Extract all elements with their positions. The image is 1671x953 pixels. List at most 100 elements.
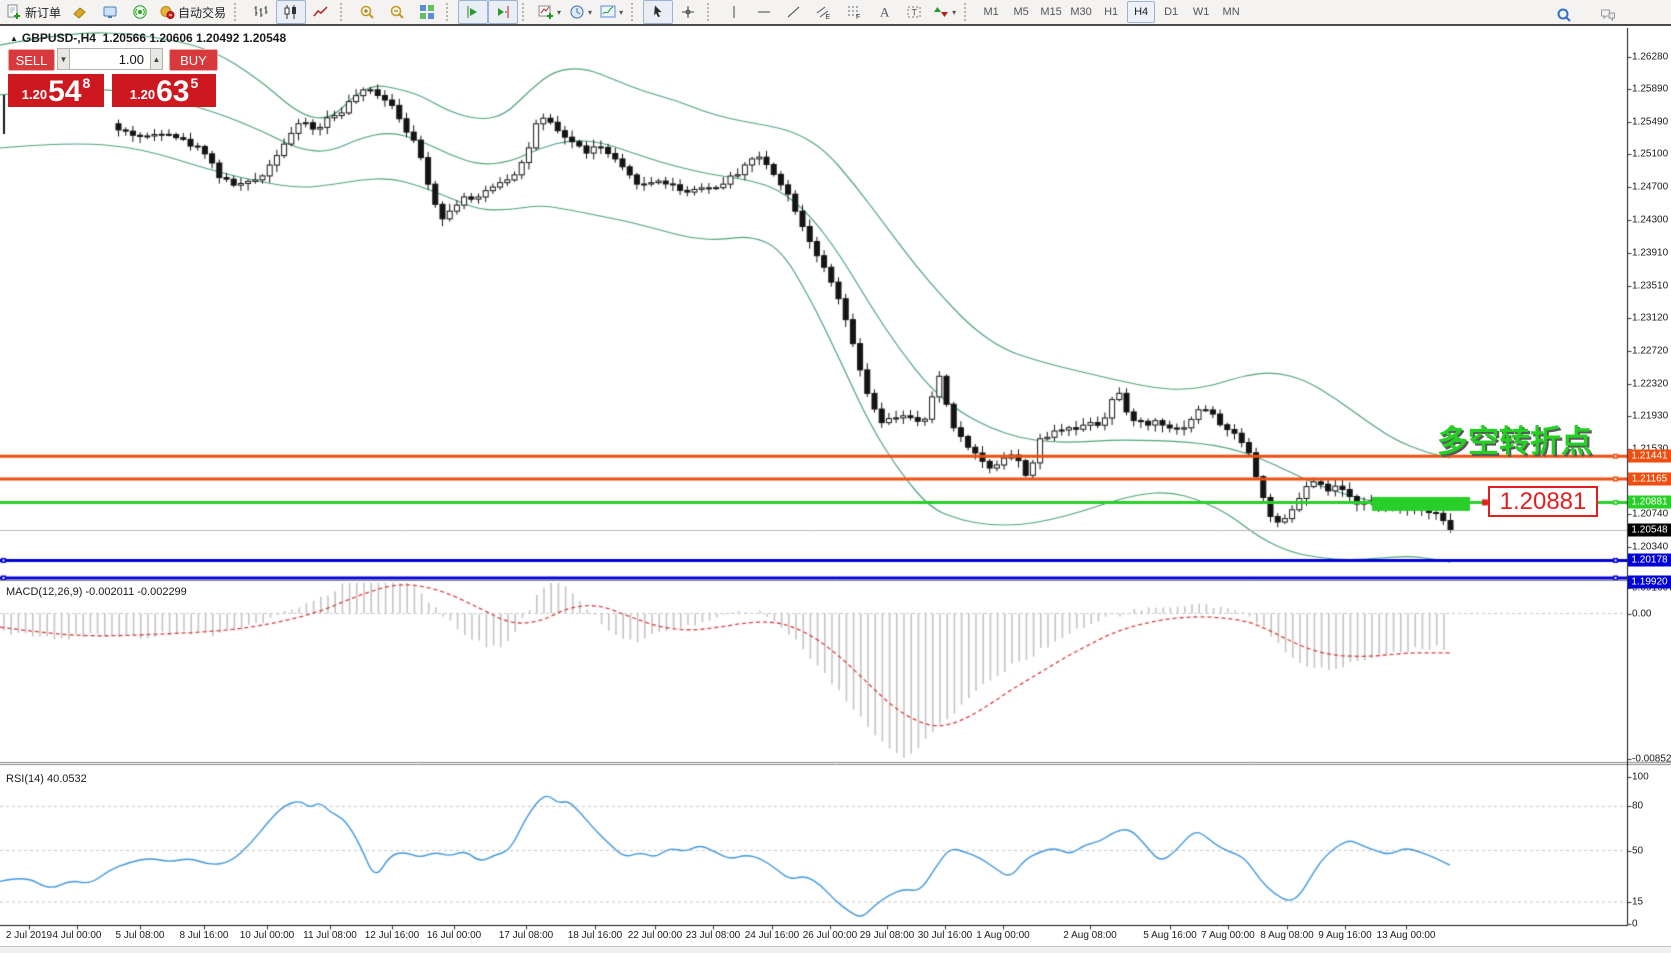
chart-window: ▲ GBPUSD-,H4 1.20566 1.20606 1.20492 1.20…	[0, 28, 1671, 952]
price-axis-badge: 1.21441	[1628, 450, 1671, 463]
auto-trading-button[interactable]: 自动交易	[155, 0, 230, 24]
price-axis-badge: 1.20881	[1628, 496, 1671, 509]
trendline-button[interactable]	[779, 0, 809, 24]
date-axis-label: 5 Jul 08:00	[116, 930, 165, 941]
fibonacci-button[interactable]: F	[839, 0, 869, 24]
rsi-axis-label: 15	[1632, 896, 1643, 907]
vertical-line-button[interactable]	[719, 0, 749, 24]
main-toolbar: 新订单 自动交易 ▾ ▾ ▾ EFA T ▾ M1M5M15M30H1H4D1W1MN	[0, 0, 1671, 26]
buy-price-small: 1.20	[130, 87, 155, 102]
price-axis-badge: 1.19920	[1628, 575, 1671, 588]
date-axis-label: 17 Jul 08:00	[499, 930, 554, 941]
date-axis-label: 2 Jul 2019	[6, 930, 52, 941]
chevron-down-icon[interactable]: ▾	[588, 8, 592, 17]
rsi-axis-label: 80	[1632, 801, 1643, 812]
new-order-icon	[6, 4, 22, 20]
sell-price-button[interactable]: 1.20 54 8	[8, 74, 104, 107]
svg-text:T: T	[912, 8, 918, 18]
bar-chart-button[interactable]	[246, 0, 276, 24]
buy-price-button[interactable]: 1.20 63 5	[112, 74, 216, 107]
toolbar-separator	[522, 3, 531, 21]
date-axis-label: 8 Jul 16:00	[180, 930, 229, 941]
search-button[interactable]	[1549, 3, 1579, 27]
arrows-button[interactable]: ▾	[929, 0, 960, 24]
rsi-axis-label: 0	[1632, 919, 1638, 930]
timeframe-w1-button[interactable]: W1	[1187, 1, 1215, 23]
chart-shift-icon	[495, 4, 511, 20]
buy-button[interactable]: BUY	[169, 49, 218, 71]
date-axis-label: 8 Aug 08:00	[1260, 930, 1313, 941]
price-axis-label: 1.22320	[1632, 378, 1668, 389]
tile-windows-icon	[419, 4, 435, 20]
macd-indicator-label: MACD(12,26,9) -0.002011 -0.002299	[6, 586, 187, 598]
tile-windows-button[interactable]	[412, 0, 442, 24]
chart-canvas[interactable]	[0, 28, 1671, 952]
symbol-collapse-icon[interactable]: ▲	[10, 34, 18, 43]
chevron-down-icon[interactable]: ▾	[952, 8, 956, 17]
candlestick-icon	[283, 4, 299, 20]
volume-stepper: ▼ ▲	[57, 48, 163, 70]
chat-icon	[1600, 7, 1616, 23]
date-axis-label: 7 Aug 00:00	[1201, 930, 1254, 941]
signals-button[interactable]	[125, 0, 155, 24]
candlestick-chart-button[interactable]	[276, 0, 306, 24]
new-order-label: 新订单	[25, 4, 61, 21]
text-icon: A	[876, 4, 892, 20]
timeframe-mn-button[interactable]: MN	[1217, 1, 1245, 23]
chart-ohlc-values: 1.20566 1.20606 1.20492 1.20548	[103, 31, 287, 45]
timeframe-h4-button[interactable]: H4	[1127, 1, 1155, 23]
price-axis-label: 1.22720	[1632, 345, 1668, 356]
sell-button[interactable]: SELL	[8, 49, 55, 71]
macd-axis-label: 0.00	[1632, 608, 1651, 619]
line-chart-button[interactable]	[306, 0, 336, 24]
price-level-label[interactable]: 1.20881	[1488, 486, 1598, 517]
date-axis-label: 2 Aug 08:00	[1063, 930, 1116, 941]
market-watch-button[interactable]	[95, 0, 125, 24]
chart-symbol-period: GBPUSD-,H4	[22, 31, 96, 45]
monitor-icon	[102, 4, 118, 20]
zoom-in-icon	[359, 4, 375, 20]
date-axis-label: 5 Aug 16:00	[1143, 930, 1196, 941]
date-axis-label: 18 Jul 16:00	[568, 930, 623, 941]
date-axis-label: 30 Jul 16:00	[918, 930, 973, 941]
chart-title: ▲ GBPUSD-,H4 1.20566 1.20606 1.20492 1.20…	[10, 31, 286, 45]
toolbar-separator	[707, 3, 716, 21]
chat-button[interactable]	[1593, 3, 1623, 27]
auto-scroll-button[interactable]	[458, 0, 488, 24]
indicators-button[interactable]: ▾	[534, 0, 565, 24]
timeframe-m15-button[interactable]: M15	[1037, 1, 1065, 23]
timeframe-m5-button[interactable]: M5	[1007, 1, 1035, 23]
templates-button[interactable]: ▾	[596, 0, 627, 24]
timeframe-d1-button[interactable]: D1	[1157, 1, 1185, 23]
timeframe-m1-button[interactable]: M1	[977, 1, 1005, 23]
volume-input[interactable]	[70, 48, 150, 70]
zoom-in-button[interactable]	[352, 0, 382, 24]
volume-decrease-button[interactable]: ▼	[57, 48, 70, 70]
chart-shift-button[interactable]	[488, 0, 518, 24]
horizontal-line-button[interactable]	[749, 0, 779, 24]
price-axis-badge: 1.20548	[1628, 523, 1671, 536]
zoom-out-button[interactable]	[382, 0, 412, 24]
timeframe-m30-button[interactable]: M30	[1067, 1, 1095, 23]
chevron-down-icon[interactable]: ▾	[619, 8, 623, 17]
indicators-icon	[538, 4, 554, 20]
date-axis-label: 22 Jul 00:00	[628, 930, 683, 941]
buy-price-big: 63	[156, 79, 189, 105]
date-axis-label: 29 Jul 08:00	[860, 930, 915, 941]
crosshair-button[interactable]	[673, 0, 703, 24]
toolbar-separator	[631, 3, 640, 21]
volume-increase-button[interactable]: ▲	[150, 48, 163, 70]
new-order-button[interactable]: 新订单	[2, 0, 65, 24]
eraser-button[interactable]	[65, 0, 95, 24]
text-label-button[interactable]: T	[899, 0, 929, 24]
price-axis-label: 1.25890	[1632, 84, 1668, 95]
chevron-down-icon[interactable]: ▾	[557, 8, 561, 17]
equidistant-channel-button[interactable]: E	[809, 0, 839, 24]
search-icon	[1556, 7, 1572, 23]
cursor-button[interactable]	[643, 0, 673, 24]
price-axis-badge: 1.21165	[1628, 472, 1671, 485]
text-button[interactable]: A	[869, 0, 899, 24]
periods-button[interactable]: ▾	[565, 0, 596, 24]
timeframe-h1-button[interactable]: H1	[1097, 1, 1125, 23]
crosshair-icon	[680, 4, 696, 20]
